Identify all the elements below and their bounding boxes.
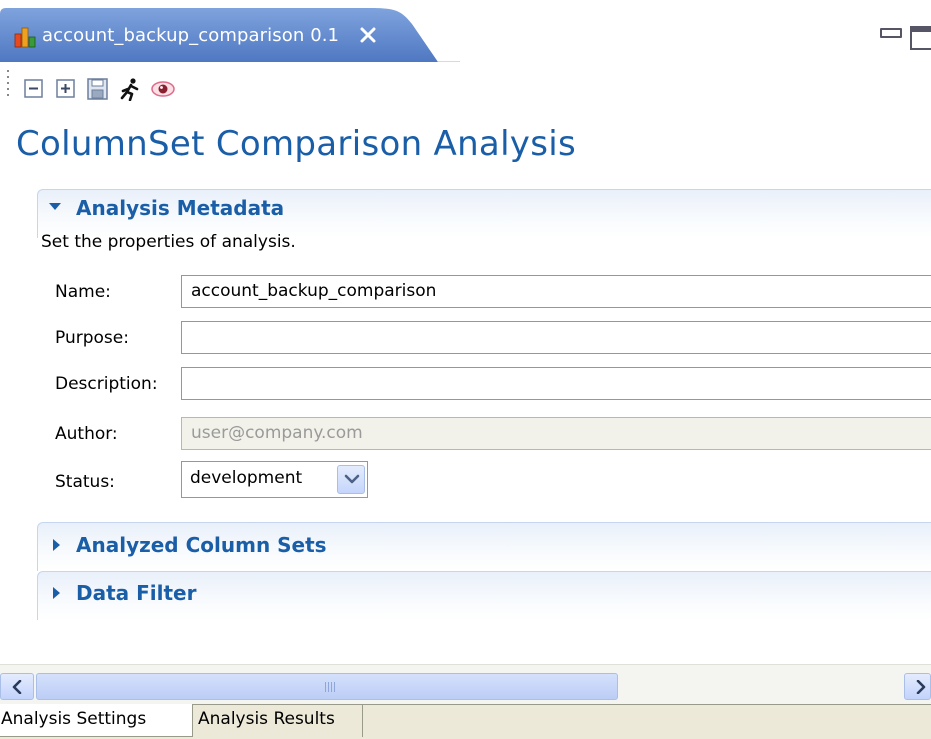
name-label: Name: <box>55 282 111 302</box>
description-label: Description: <box>55 374 158 394</box>
purpose-field[interactable] <box>181 321 931 354</box>
save-icon[interactable] <box>86 77 110 101</box>
chevron-left-icon[interactable] <box>0 673 34 700</box>
tab-analysis-settings[interactable]: Analysis Settings <box>0 704 193 737</box>
section-description: Set the properties of analysis. <box>41 232 296 252</box>
bar-chart-icon <box>14 26 38 48</box>
page-title: ColumnSet Comparison Analysis <box>16 124 577 164</box>
run-icon[interactable] <box>118 77 142 101</box>
scrollbar-thumb[interactable] <box>36 673 618 700</box>
section-title-data-filter: Data Filter <box>76 581 197 605</box>
collapse-all-icon[interactable] <box>22 77 46 101</box>
description-field[interactable] <box>181 367 931 400</box>
editor-tab-title: account_backup_comparison 0.1 <box>42 25 340 46</box>
status-select-value: development <box>190 468 303 488</box>
toolbar-grip-icon[interactable] <box>6 70 10 98</box>
eye-icon[interactable] <box>150 77 175 101</box>
chevron-down-icon[interactable] <box>337 465 365 494</box>
chevron-down-icon[interactable] <box>48 199 62 213</box>
chevron-right-icon[interactable] <box>50 537 64 551</box>
section-title-analyzed-column-sets: Analyzed Column Sets <box>76 533 327 557</box>
maximize-icon[interactable] <box>910 26 931 50</box>
status-label: Status: <box>55 472 115 492</box>
editor-tab[interactable]: account_backup_comparison 0.1 <box>0 0 460 62</box>
section-title-analysis-metadata: Analysis Metadata <box>76 196 285 220</box>
minimize-icon[interactable] <box>880 28 902 38</box>
chevron-right-icon[interactable] <box>904 673 931 700</box>
expand-all-icon[interactable] <box>54 77 78 101</box>
tab-analysis-results[interactable]: Analysis Results <box>197 704 363 737</box>
status-select[interactable]: development <box>181 461 368 498</box>
scrollbar-grip <box>325 682 335 692</box>
close-icon[interactable] <box>357 24 379 46</box>
chevron-right-icon[interactable] <box>50 585 64 599</box>
purpose-label: Purpose: <box>55 328 129 348</box>
author-label: Author: <box>55 424 118 444</box>
name-field[interactable]: account_backup_comparison <box>181 275 931 308</box>
author-field: user@company.com <box>181 417 931 450</box>
